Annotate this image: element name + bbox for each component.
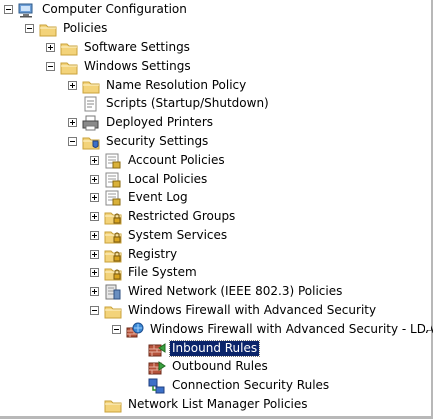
tree-item-label: System Services <box>128 228 228 242</box>
expand-toggle-icon[interactable] <box>90 231 99 240</box>
tree-item-label: Software Settings <box>84 40 190 54</box>
locked-folder-icon <box>104 231 122 243</box>
folder-icon <box>104 306 122 318</box>
tree-item-name-resolution-policy[interactable]: Name Resolution Policy <box>68 76 248 95</box>
tree-item-computer-configuration[interactable]: Computer Configuration <box>4 0 189 19</box>
folder-icon <box>60 43 78 55</box>
tree-item-file-system[interactable]: File System <box>90 263 199 282</box>
tree-item-local-policies[interactable]: Local Policies <box>90 170 209 189</box>
folder-icon <box>104 400 122 412</box>
printer-icon <box>82 115 99 130</box>
expand-toggle-icon[interactable] <box>90 287 99 296</box>
collapse-toggle-icon[interactable] <box>68 137 77 146</box>
security-settings-icon <box>82 137 100 149</box>
collapse-toggle-icon[interactable] <box>90 306 99 315</box>
folder-icon <box>39 24 57 36</box>
collapse-toggle-icon[interactable] <box>25 24 34 33</box>
tree-item-label: File System <box>128 265 197 279</box>
tree-item-label: Registry <box>128 247 178 261</box>
expand-toggle-icon[interactable] <box>90 212 99 221</box>
tree-item-connection-security-rules[interactable]: Connection Security Rules <box>134 376 331 395</box>
network-policy-icon <box>105 284 121 299</box>
tree-item-label: Name Resolution Policy <box>106 78 247 92</box>
firewall-icon <box>126 322 144 337</box>
tree-item-inbound-rules[interactable]: Inbound Rules <box>134 339 261 358</box>
tree-item-label: Security Settings <box>106 134 209 148</box>
computer-icon <box>18 3 33 17</box>
tree-item-wired-network-ieee-802-3-policies[interactable]: Wired Network (IEEE 802.3) Policies <box>90 282 344 301</box>
script-icon <box>84 96 97 111</box>
collapse-toggle-icon[interactable] <box>46 62 55 71</box>
tree-item-label: Restricted Groups <box>128 209 236 223</box>
truncation-mask <box>425 312 431 330</box>
tree-item-label: Local Policies <box>128 172 208 186</box>
tree-item-registry[interactable]: Registry <box>90 245 179 264</box>
folder-icon <box>82 81 100 93</box>
connection-security-icon <box>148 378 165 393</box>
locked-folder-icon <box>104 268 122 280</box>
tree-item-account-policies[interactable]: Account Policies <box>90 151 227 170</box>
tree-item-network-list-manager-policies[interactable]: Network List Manager Policies <box>90 395 310 414</box>
tree-item-label: Network List Manager Policies <box>128 397 308 411</box>
tree-item-label: Windows Firewall with Advanced Security <box>128 303 377 317</box>
tree-item-label: Policies <box>63 21 108 35</box>
inbound-rules-icon <box>148 342 166 356</box>
expand-toggle-icon[interactable] <box>90 250 99 259</box>
tree-item-label: Account Policies <box>128 153 225 167</box>
locked-folder-icon <box>104 250 122 262</box>
folder-icon <box>60 62 78 74</box>
collapse-toggle-icon[interactable] <box>112 325 121 334</box>
tree-item-restricted-groups[interactable]: Restricted Groups <box>90 207 237 226</box>
tree-item-label: Windows Settings <box>84 59 191 73</box>
tree-item-label: Connection Security Rules <box>172 378 330 392</box>
locked-folder-icon <box>104 212 122 224</box>
tree-item-software-settings[interactable]: Software Settings <box>46 38 192 57</box>
tree-item-label: Scripts (Startup/Shutdown) <box>106 96 269 110</box>
policy-icon <box>105 172 121 187</box>
tree-item-label: Windows Firewall with Advanced Security … <box>150 322 433 336</box>
policy-icon <box>105 153 121 168</box>
expand-toggle-icon[interactable] <box>46 43 55 52</box>
expand-toggle-icon[interactable] <box>90 193 99 202</box>
tree-item-outbound-rules[interactable]: Outbound Rules <box>134 357 270 376</box>
expand-toggle-icon[interactable] <box>90 156 99 165</box>
tree-item-windows-firewall-with-advanced-security-ldap[interactable]: Windows Firewall with Advanced Security … <box>112 320 433 339</box>
tree-item-label: Event Log <box>128 190 188 204</box>
policy-icon <box>105 190 121 205</box>
tree-item-scripts-startup-shutdown[interactable]: Scripts (Startup/Shutdown) <box>68 94 271 113</box>
tree-item-deployed-printers[interactable]: Deployed Printers <box>68 113 215 132</box>
expand-toggle-icon[interactable] <box>68 81 77 90</box>
expand-toggle-icon[interactable] <box>90 175 99 184</box>
collapse-toggle-icon[interactable] <box>4 5 13 14</box>
tree-item-label: Inbound Rules <box>168 340 261 357</box>
expand-toggle-icon[interactable] <box>68 118 77 127</box>
tree-item-windows-settings[interactable]: Windows Settings <box>46 57 193 76</box>
console-tree[interactable]: Computer Configuration Policies Software… <box>0 0 433 416</box>
tree-item-windows-firewall-with-advanced-security[interactable]: Windows Firewall with Advanced Security <box>90 301 378 320</box>
tree-item-label: Wired Network (IEEE 802.3) Policies <box>128 284 343 298</box>
tree-item-system-services[interactable]: System Services <box>90 226 229 245</box>
tree-item-security-settings[interactable]: Security Settings <box>68 132 210 151</box>
tree-item-label: Deployed Printers <box>106 115 214 129</box>
tree-item-label: Outbound Rules <box>172 359 268 373</box>
tree-item-event-log[interactable]: Event Log <box>90 188 190 207</box>
outbound-rules-icon <box>148 360 166 374</box>
expand-toggle-icon[interactable] <box>90 268 99 277</box>
tree-item-label: Computer Configuration <box>42 2 187 16</box>
tree-item-policies[interactable]: Policies <box>25 19 109 38</box>
